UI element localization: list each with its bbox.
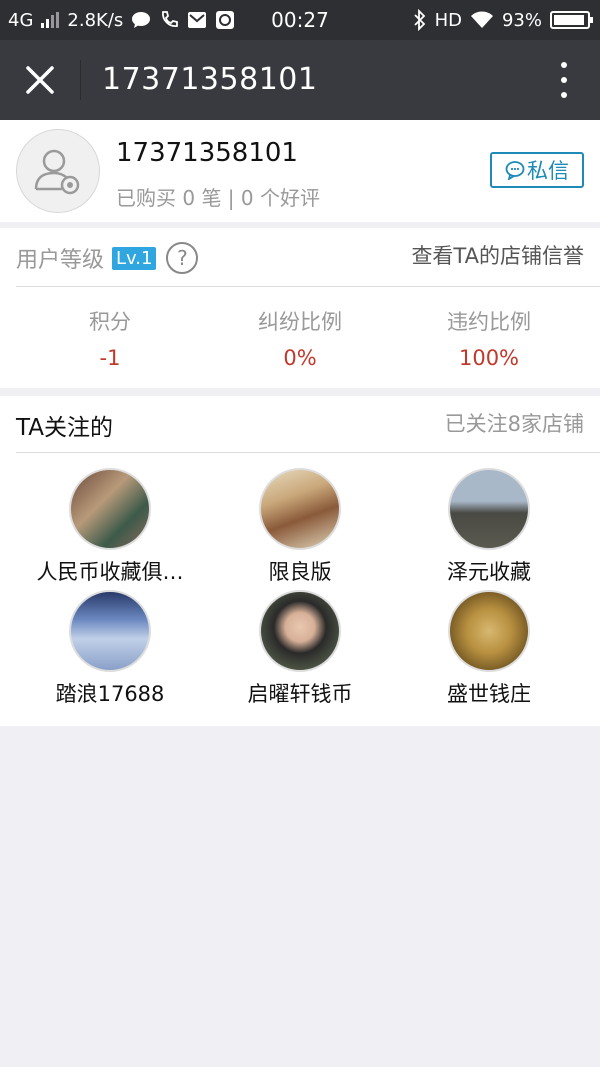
stat-dispute-ratio: 纠纷比例 0% (205, 306, 395, 370)
bluetooth-icon (413, 9, 425, 31)
shop-avatar (448, 590, 530, 672)
battery-icon (550, 11, 593, 29)
shop-avatar (448, 468, 530, 550)
shop-item[interactable]: 人民币收藏俱… (15, 468, 205, 586)
user-level-label: 用户等级 (16, 248, 105, 273)
shop-avatar (259, 468, 341, 550)
shop-item[interactable]: 踏浪17688 (15, 590, 205, 708)
user-level-row: 用户等级 Lv.1 ? (16, 242, 199, 274)
purchase-summary: 已购买 0 笔 | 0 个好评 (116, 186, 320, 210)
help-icon[interactable]: ? (166, 242, 199, 274)
user-level-card: 用户等级 Lv.1 ? 查看TA的店铺信誉 积分 -1 纠纷比例 0% 违约比例… (0, 228, 600, 388)
more-dot (561, 62, 567, 68)
user-name: 17371358101 (116, 138, 298, 168)
shop-avatar (69, 590, 151, 672)
shop-name: 启曜轩钱币 (247, 682, 353, 706)
shop-avatar (259, 590, 341, 672)
level-badge: Lv.1 (112, 246, 157, 270)
stat-points: 积分 -1 (15, 306, 205, 370)
profile-card: 17371358101 已购买 0 笔 | 0 个好评 私信 (0, 120, 600, 222)
shop-name: 人民币收藏俱… (36, 560, 184, 584)
nav-divider (80, 60, 81, 100)
more-dot (561, 92, 567, 98)
stat-label: 违约比例 (447, 310, 531, 334)
wifi-icon (470, 11, 493, 28)
stat-label: 纠纷比例 (258, 310, 342, 334)
avatar[interactable] (16, 129, 100, 213)
private-message-label: 私信 (527, 159, 569, 183)
shop-name: 盛世钱庄 (447, 682, 531, 706)
stat-label: 积分 (89, 310, 131, 334)
divider (16, 452, 600, 453)
shop-item[interactable]: 盛世钱庄 (394, 590, 584, 708)
divider (16, 286, 600, 287)
status-right: HD 93% (413, 0, 593, 40)
shop-name: 泽元收藏 (447, 560, 531, 584)
stat-value: 0% (283, 346, 317, 370)
hd-indicator: HD (434, 9, 462, 31)
more-dot (561, 77, 567, 83)
page-title: 17371358101 (102, 62, 318, 97)
default-user-icon (34, 149, 80, 195)
shop-item[interactable]: 限良版 (205, 468, 395, 586)
title-bar: 17371358101 (0, 40, 600, 120)
shop-item[interactable]: 泽元收藏 (394, 468, 584, 586)
shop-avatar (69, 468, 151, 550)
shop-name: 限良版 (268, 560, 332, 584)
shop-item[interactable]: 启曜轩钱币 (205, 590, 395, 708)
close-button[interactable] (20, 60, 60, 100)
stat-default-ratio: 违约比例 100% (394, 306, 584, 370)
shop-name: 踏浪17688 (55, 682, 165, 706)
stat-value: 100% (458, 346, 520, 370)
battery-percent: 93% (501, 9, 542, 31)
followed-title: TA关注的 (16, 415, 113, 441)
followed-shops-card: TA关注的 已关注8家店铺 人民币收藏俱… 限良版 泽元收藏 踏浪17688 启… (0, 396, 600, 726)
stat-value: -1 (99, 346, 121, 370)
shop-credit-link[interactable]: 查看TA的店铺信誉 (411, 240, 584, 270)
private-message-button[interactable]: 私信 (490, 152, 584, 188)
status-bar: 4G 2.8K/s 00:27 HD 93% (0, 0, 600, 40)
message-bubble-icon (505, 161, 525, 180)
close-icon (26, 66, 54, 94)
followed-count[interactable]: 已关注8家店铺 (445, 408, 584, 438)
more-menu-button[interactable] (552, 62, 576, 98)
